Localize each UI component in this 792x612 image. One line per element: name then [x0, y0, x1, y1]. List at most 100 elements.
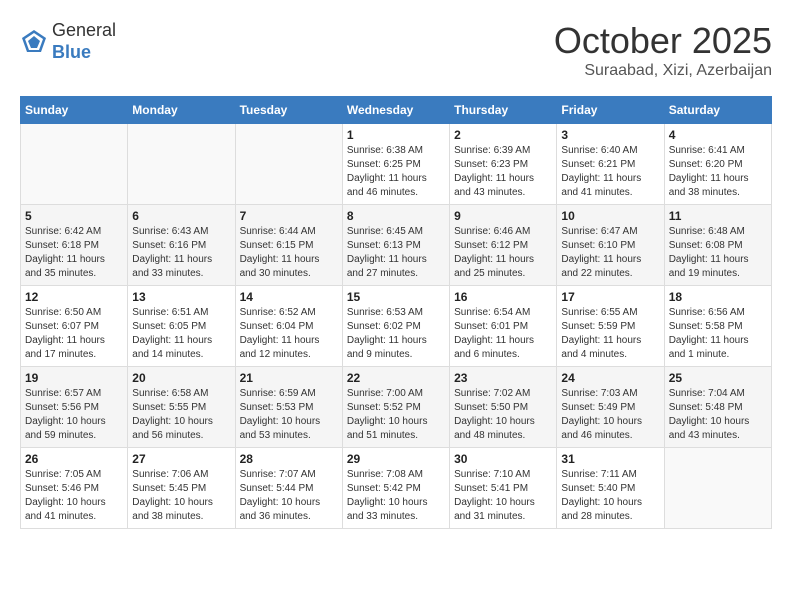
day-info: Sunrise: 6:38 AM Sunset: 6:25 PM Dayligh… [347, 144, 445, 200]
day-cell: 11 Sunrise: 6:48 AM Sunset: 6:08 PM Dayli… [664, 205, 771, 286]
day-info: Sunrise: 6:42 AM Sunset: 6:18 PM Dayligh… [25, 225, 123, 281]
day-info: Sunrise: 6:48 AM Sunset: 6:08 PM Dayligh… [669, 225, 767, 281]
logo-general: General [52, 20, 116, 42]
day-info: Sunrise: 6:59 AM Sunset: 5:53 PM Dayligh… [240, 387, 338, 443]
logo-icon [20, 28, 48, 56]
day-cell: 12 Sunrise: 6:50 AM Sunset: 6:07 PM Dayli… [21, 286, 128, 367]
day-cell: 10 Sunrise: 6:47 AM Sunset: 6:10 PM Dayli… [557, 205, 664, 286]
day-cell: 24 Sunrise: 7:03 AM Sunset: 5:49 PM Dayli… [557, 367, 664, 448]
day-info: Sunrise: 6:44 AM Sunset: 6:15 PM Dayligh… [240, 225, 338, 281]
calendar-header: SundayMondayTuesdayWednesdayThursdayFrid… [21, 97, 772, 124]
day-info: Sunrise: 6:45 AM Sunset: 6:13 PM Dayligh… [347, 225, 445, 281]
day-number: 6 [132, 209, 230, 223]
day-number: 18 [669, 290, 767, 304]
day-number: 27 [132, 452, 230, 466]
day-cell: 3Sunrise: 6:40 AM Sunset: 6:21 PM Daylig… [557, 124, 664, 205]
day-number: 10 [561, 209, 659, 223]
logo: General Blue [20, 20, 116, 63]
day-info: Sunrise: 7:06 AM Sunset: 5:45 PM Dayligh… [132, 468, 230, 524]
logo-text: General Blue [52, 20, 116, 63]
day-info: Sunrise: 6:47 AM Sunset: 6:10 PM Dayligh… [561, 225, 659, 281]
calendar-body: 1 Sunrise: 6:38 AM Sunset: 6:25 PM Daylig… [21, 124, 772, 529]
day-info: Sunrise: 7:10 AM Sunset: 5:41 PM Dayligh… [454, 468, 552, 524]
day-number: 4 [669, 128, 767, 142]
day-cell: 22 Sunrise: 7:00 AM Sunset: 5:52 PM Dayli… [342, 367, 449, 448]
day-number: 17 [561, 290, 659, 304]
day-cell: 31 Sunrise: 7:11 AM Sunset: 5:40 PM Dayli… [557, 448, 664, 529]
day-cell: 28Sunrise: 7:07 AM Sunset: 5:44 PM Dayli… [235, 448, 342, 529]
day-number: 2 [454, 128, 552, 142]
day-number: 25 [669, 371, 767, 385]
day-number: 26 [25, 452, 123, 466]
day-info: Sunrise: 7:02 AM Sunset: 5:50 PM Dayligh… [454, 387, 552, 443]
day-cell: 26 Sunrise: 7:05 AM Sunset: 5:46 PM Dayli… [21, 448, 128, 529]
day-cell: 23Sunrise: 7:02 AM Sunset: 5:50 PM Dayli… [450, 367, 557, 448]
day-info: Sunrise: 7:03 AM Sunset: 5:49 PM Dayligh… [561, 387, 659, 443]
day-info: Sunrise: 7:11 AM Sunset: 5:40 PM Dayligh… [561, 468, 659, 524]
week-row-2: 5Sunrise: 6:42 AM Sunset: 6:18 PM Daylig… [21, 205, 772, 286]
day-cell: 13 Sunrise: 6:51 AM Sunset: 6:05 PM Dayli… [128, 286, 235, 367]
day-cell: 7 Sunrise: 6:44 AM Sunset: 6:15 PM Daylig… [235, 205, 342, 286]
day-number: 29 [347, 452, 445, 466]
day-number: 11 [669, 209, 767, 223]
logo-blue: Blue [52, 42, 116, 64]
day-info: Sunrise: 7:08 AM Sunset: 5:42 PM Dayligh… [347, 468, 445, 524]
day-number: 1 [347, 128, 445, 142]
day-number: 30 [454, 452, 552, 466]
day-info: Sunrise: 7:00 AM Sunset: 5:52 PM Dayligh… [347, 387, 445, 443]
day-cell: 6 Sunrise: 6:43 AM Sunset: 6:16 PM Daylig… [128, 205, 235, 286]
day-info: Sunrise: 6:51 AM Sunset: 6:05 PM Dayligh… [132, 306, 230, 362]
day-cell [128, 124, 235, 205]
day-info: Sunrise: 6:39 AM Sunset: 6:23 PM Dayligh… [454, 144, 552, 200]
day-number: 3 [561, 128, 659, 142]
header-cell-sunday: Sunday [21, 97, 128, 124]
day-info: Sunrise: 6:43 AM Sunset: 6:16 PM Dayligh… [132, 225, 230, 281]
day-cell: 1 Sunrise: 6:38 AM Sunset: 6:25 PM Daylig… [342, 124, 449, 205]
day-cell: 25 Sunrise: 7:04 AM Sunset: 5:48 PM Dayli… [664, 367, 771, 448]
day-cell: 5Sunrise: 6:42 AM Sunset: 6:18 PM Daylig… [21, 205, 128, 286]
week-row-3: 12 Sunrise: 6:50 AM Sunset: 6:07 PM Dayli… [21, 286, 772, 367]
day-cell: 15 Sunrise: 6:53 AM Sunset: 6:02 PM Dayli… [342, 286, 449, 367]
calendar-table: SundayMondayTuesdayWednesdayThursdayFrid… [20, 96, 772, 529]
day-number: 12 [25, 290, 123, 304]
day-cell [664, 448, 771, 529]
day-number: 19 [25, 371, 123, 385]
day-info: Sunrise: 6:58 AM Sunset: 5:55 PM Dayligh… [132, 387, 230, 443]
day-cell: 19 Sunrise: 6:57 AM Sunset: 5:56 PM Dayli… [21, 367, 128, 448]
day-info: Sunrise: 6:52 AM Sunset: 6:04 PM Dayligh… [240, 306, 338, 362]
day-number: 14 [240, 290, 338, 304]
day-info: Sunrise: 6:50 AM Sunset: 6:07 PM Dayligh… [25, 306, 123, 362]
header-cell-saturday: Saturday [664, 97, 771, 124]
day-number: 9 [454, 209, 552, 223]
day-cell [235, 124, 342, 205]
week-row-4: 19 Sunrise: 6:57 AM Sunset: 5:56 PM Dayli… [21, 367, 772, 448]
header-cell-friday: Friday [557, 97, 664, 124]
day-cell: 2 Sunrise: 6:39 AM Sunset: 6:23 PM Daylig… [450, 124, 557, 205]
day-cell: 18Sunrise: 6:56 AM Sunset: 5:58 PM Dayli… [664, 286, 771, 367]
day-number: 7 [240, 209, 338, 223]
page-header: General Blue October 2025 Suraabad, Xizi… [20, 20, 772, 80]
day-number: 13 [132, 290, 230, 304]
month-title: October 2025 [554, 20, 772, 62]
header-row: SundayMondayTuesdayWednesdayThursdayFrid… [21, 97, 772, 124]
day-info: Sunrise: 7:04 AM Sunset: 5:48 PM Dayligh… [669, 387, 767, 443]
day-info: Sunrise: 6:41 AM Sunset: 6:20 PM Dayligh… [669, 144, 767, 200]
day-cell: 14 Sunrise: 6:52 AM Sunset: 6:04 PM Dayli… [235, 286, 342, 367]
day-info: Sunrise: 6:57 AM Sunset: 5:56 PM Dayligh… [25, 387, 123, 443]
day-number: 24 [561, 371, 659, 385]
day-info: Sunrise: 6:46 AM Sunset: 6:12 PM Dayligh… [454, 225, 552, 281]
location: Suraabad, Xizi, Azerbaijan [554, 62, 772, 80]
day-info: Sunrise: 6:54 AM Sunset: 6:01 PM Dayligh… [454, 306, 552, 362]
day-number: 31 [561, 452, 659, 466]
day-cell: 20Sunrise: 6:58 AM Sunset: 5:55 PM Dayli… [128, 367, 235, 448]
day-info: Sunrise: 7:05 AM Sunset: 5:46 PM Dayligh… [25, 468, 123, 524]
week-row-1: 1 Sunrise: 6:38 AM Sunset: 6:25 PM Daylig… [21, 124, 772, 205]
day-cell: 30 Sunrise: 7:10 AM Sunset: 5:41 PM Dayli… [450, 448, 557, 529]
day-number: 15 [347, 290, 445, 304]
day-number: 22 [347, 371, 445, 385]
day-cell: 21Sunrise: 6:59 AM Sunset: 5:53 PM Dayli… [235, 367, 342, 448]
day-cell: 9 Sunrise: 6:46 AM Sunset: 6:12 PM Daylig… [450, 205, 557, 286]
day-number: 8 [347, 209, 445, 223]
day-info: Sunrise: 6:53 AM Sunset: 6:02 PM Dayligh… [347, 306, 445, 362]
day-number: 16 [454, 290, 552, 304]
